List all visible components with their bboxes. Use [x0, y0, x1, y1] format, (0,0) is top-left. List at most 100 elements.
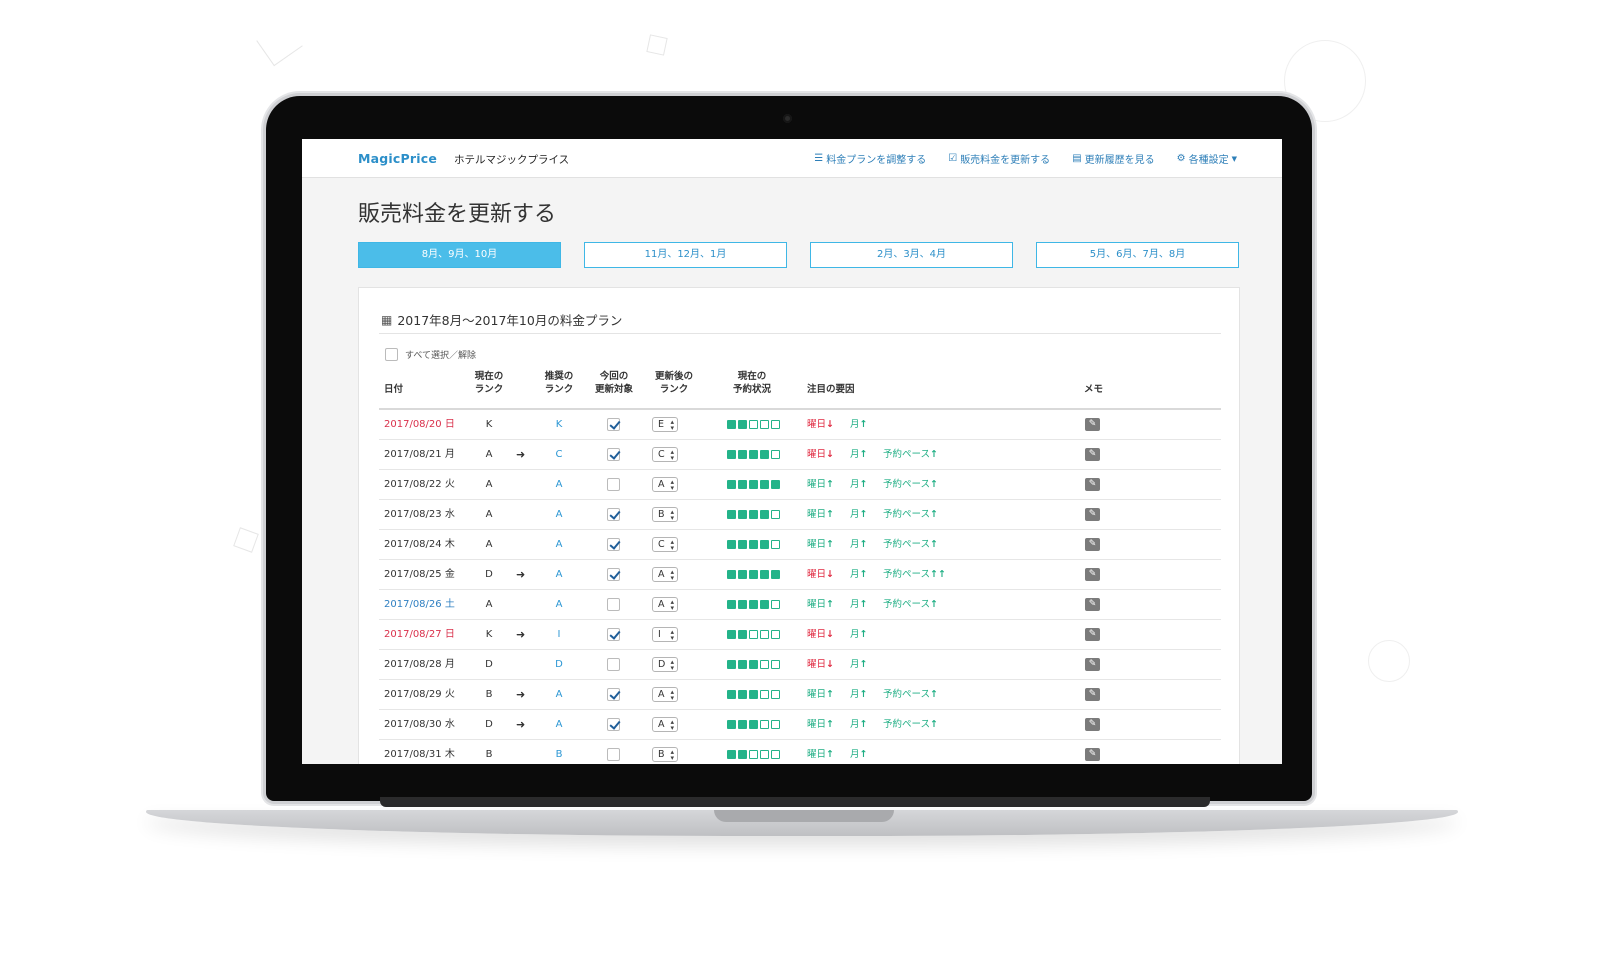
tab-feb-apr[interactable]: 2月、3月、4月 — [810, 242, 1013, 268]
new-rank-select[interactable]: D ▴ ▾ — [652, 657, 678, 672]
update-target-checkbox[interactable] — [607, 568, 620, 581]
laptop-hinge — [380, 797, 1210, 807]
memo-edit-button[interactable]: ✎ — [1085, 718, 1100, 731]
new-rank-select[interactable]: A ▴ ▾ — [652, 687, 678, 702]
new-rank-select[interactable]: A ▴ ▾ — [652, 597, 678, 612]
new-rank-select[interactable]: C ▴ ▾ — [652, 537, 678, 552]
memo-edit-button[interactable]: ✎ — [1085, 598, 1100, 611]
table-row: 2017/08/23 水 A A B ▴ ▾ 曜日↑ 月↑ 予約ペース↑ ✎ — [379, 500, 1221, 530]
factor-tag: 曜日↑ — [807, 509, 834, 520]
new-rank-select[interactable]: A ▴ ▾ — [652, 717, 678, 732]
update-target-cell — [607, 658, 620, 671]
factor-tag: 月↑ — [850, 419, 868, 430]
memo-edit-button[interactable]: ✎ — [1085, 538, 1100, 551]
booking-square — [771, 480, 780, 489]
arrow-up-icon: ↑ — [930, 719, 938, 730]
current-rank: B — [485, 689, 493, 700]
memo-edit-button[interactable]: ✎ — [1085, 658, 1100, 671]
arrow-up-icon: ↑↑ — [930, 569, 946, 580]
new-rank-select[interactable]: I ▴ ▾ — [652, 627, 678, 642]
new-rank-select[interactable]: B ▴ ▾ — [652, 507, 678, 522]
select-caret-icon: ▴ ▾ — [670, 598, 674, 612]
app-screen: MagicPrice ホテルマジックプライス ☰ 料金プランを調整する ☑ 販売… — [302, 139, 1282, 764]
table-row: 2017/08/21 月 A ➜ C C ▴ ▾ 曜日↓ 月↑ 予約ペース↑ ✎ — [379, 440, 1221, 470]
arrow-up-icon: ↑ — [930, 449, 938, 460]
select-all[interactable]: すべて選択／解除 — [385, 348, 476, 361]
nav-settings[interactable]: ⚙ 各種設定 ▼ — [1177, 151, 1237, 166]
new-rank-select[interactable]: A ▴ ▾ — [652, 477, 678, 492]
new-rank-select[interactable]: E ▴ ▾ — [652, 417, 678, 432]
memo-edit-button[interactable]: ✎ — [1085, 748, 1100, 761]
booking-square — [738, 570, 747, 579]
factor-tag: 予約ペース↑ — [883, 599, 938, 610]
update-target-checkbox[interactable] — [607, 718, 620, 731]
tab-aug-oct[interactable]: 8月、9月、10月 — [358, 242, 561, 268]
memo-edit-button[interactable]: ✎ — [1085, 568, 1100, 581]
update-target-checkbox[interactable] — [607, 658, 620, 671]
booking-square — [738, 720, 747, 729]
select-caret-icon: ▴ ▾ — [670, 628, 674, 642]
factor-tag: 予約ペース↑ — [883, 689, 938, 700]
memo-edit-button[interactable]: ✎ — [1085, 448, 1100, 461]
new-rank-select[interactable]: B ▴ ▾ — [652, 747, 678, 762]
update-target-checkbox[interactable] — [607, 418, 620, 431]
update-target-checkbox[interactable] — [607, 538, 620, 551]
nav-update-price[interactable]: ☑ 販売料金を更新する — [948, 151, 1050, 166]
arrow-up-icon: ↑ — [826, 479, 834, 490]
current-rank: K — [485, 419, 493, 430]
update-target-checkbox[interactable] — [607, 598, 620, 611]
divider — [379, 333, 1221, 334]
memo-edit-button[interactable]: ✎ — [1085, 508, 1100, 521]
select-caret-icon: ▴ ▾ — [670, 478, 674, 492]
table-body: 2017/08/20 日 K K E ▴ ▾ 曜日↓ 月↑ ✎ 2017/08/21 月 A ➜ C C ▴… — [379, 410, 1221, 764]
booking-square — [771, 540, 780, 549]
tab-may-aug[interactable]: 5月、6月、7月、8月 — [1036, 242, 1239, 268]
th-memo: メモ — [1084, 384, 1104, 395]
row-date: 2017/08/22 火 — [384, 479, 455, 490]
current-rank: D — [485, 569, 493, 580]
recommended-rank: A — [555, 719, 563, 730]
factor-tag: 予約ペース↑ — [883, 509, 938, 520]
select-all-checkbox[interactable] — [385, 348, 398, 361]
gear-icon: ⚙ — [1176, 153, 1186, 164]
memo-edit-button[interactable]: ✎ — [1085, 478, 1100, 491]
update-target-checkbox[interactable] — [607, 688, 620, 701]
hotel-name: ホテルマジックプライス — [454, 154, 570, 166]
update-target-checkbox[interactable] — [607, 748, 620, 761]
tab-nov-jan[interactable]: 11月、12月、1月 — [584, 242, 787, 268]
booking-square — [749, 630, 758, 639]
select-caret-icon: ▴ ▾ — [670, 418, 674, 432]
nav-links: ☰ 料金プランを調整する ☑ 販売料金を更新する ▤ 更新履歴を見る ⚙ 各種設… — [814, 151, 1237, 166]
th-update-target: 今回の 更新対象 — [594, 371, 633, 395]
booking-status — [727, 690, 780, 699]
booking-square — [727, 540, 736, 549]
update-target-checkbox[interactable] — [607, 478, 620, 491]
new-rank-select[interactable]: A ▴ ▾ — [652, 567, 678, 582]
update-target-checkbox[interactable] — [607, 508, 620, 521]
nav-adjust-plan[interactable]: ☰ 料金プランを調整する — [814, 151, 926, 166]
booking-square — [727, 660, 736, 669]
booking-square — [749, 570, 758, 579]
booking-square — [760, 630, 769, 639]
factor-tag: 月↑ — [850, 629, 868, 640]
pencil-icon: ✎ — [1088, 539, 1097, 549]
update-target-cell — [607, 448, 620, 461]
table-row: 2017/08/31 木 B B B ▴ ▾ 曜日↑ 月↑ ✎ — [379, 740, 1221, 764]
update-target-checkbox[interactable] — [607, 448, 620, 461]
current-rank: D — [485, 719, 493, 730]
memo-edit-button[interactable]: ✎ — [1085, 418, 1100, 431]
arrow-up-icon: ↑ — [930, 599, 938, 610]
arrow-up-icon: ↑ — [859, 689, 868, 700]
pencil-icon: ✎ — [1088, 629, 1097, 639]
memo-edit-button[interactable]: ✎ — [1085, 688, 1100, 701]
update-target-cell — [607, 418, 620, 431]
new-rank-select[interactable]: C ▴ ▾ — [652, 447, 678, 462]
booking-square — [727, 600, 736, 609]
booking-square — [771, 510, 780, 519]
update-target-checkbox[interactable] — [607, 628, 620, 641]
nav-history[interactable]: ▤ 更新履歴を見る — [1072, 151, 1154, 166]
booking-status — [727, 420, 780, 429]
brand-logo[interactable]: MagicPrice — [358, 151, 437, 166]
current-rank: A — [485, 509, 493, 520]
memo-edit-button[interactable]: ✎ — [1085, 628, 1100, 641]
